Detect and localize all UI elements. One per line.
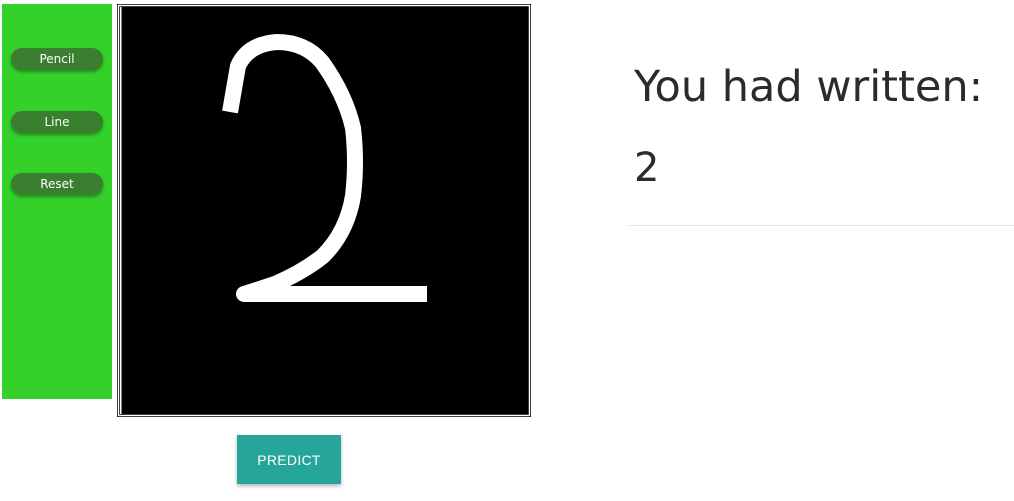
line-button[interactable]: Line [11, 111, 103, 133]
drawing-surface[interactable] [117, 4, 531, 417]
result-heading: You had written: [634, 62, 984, 112]
canvas-inner-border [120, 7, 122, 414]
predicted-digit: 2 [634, 145, 660, 191]
drawing-toolbar: Pencil Line Reset [2, 4, 112, 399]
pencil-button[interactable]: Pencil [11, 48, 103, 70]
drawing-canvas[interactable] [117, 4, 531, 417]
reset-button[interactable]: Reset [11, 173, 103, 195]
digit-recognizer-page: Pencil Line Reset PREDICT You had writte… [0, 0, 1014, 501]
drawn-digit-stroke [222, 34, 427, 302]
prediction-result: You had written: 2 [634, 58, 1014, 194]
result-divider [629, 225, 1014, 226]
predict-button[interactable]: PREDICT [237, 435, 341, 484]
